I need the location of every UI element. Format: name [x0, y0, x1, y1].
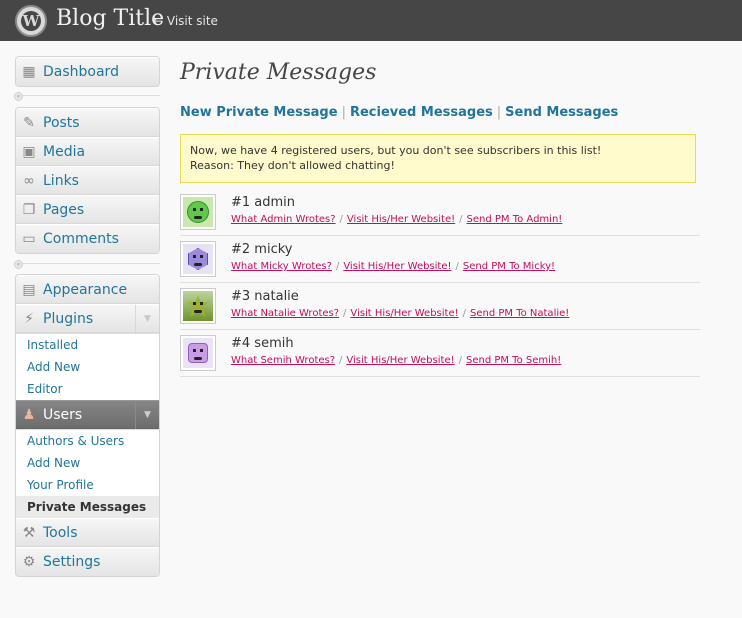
user-links: What Semih Wrotes? / Visit His/Her Website…: [231, 355, 562, 366]
user-row: #1 admin What Admin Wrotes? / Visit His/He…: [180, 189, 700, 236]
user-name: #4 semih: [231, 336, 294, 351]
menu-links-label: Links: [43, 173, 79, 189]
menu-media[interactable]: ▣ Media: [16, 137, 159, 166]
menu-settings[interactable]: ⚙ Settings: [16, 547, 159, 576]
menu-tools[interactable]: ⚒ Tools: [16, 518, 159, 547]
admin-header: W Blog Title ← Visit site: [0, 0, 742, 41]
nav-separator: |: [341, 105, 346, 120]
send-pm-link[interactable]: Send PM To Natalie!: [470, 308, 569, 319]
page-title: Private Messages: [180, 60, 377, 85]
menu-links[interactable]: ∞ Links: [16, 166, 159, 195]
user-links: What Natalie Wrotes? / Visit His/Her Websi…: [231, 308, 570, 319]
user-row: #3 natalie What Natalie Wrotes? / Visit Hi…: [180, 283, 700, 330]
menu-users[interactable]: ♟ Users ▼: [16, 400, 159, 429]
pages-icon: ❐: [22, 202, 36, 218]
wordpress-logo[interactable]: W: [15, 5, 47, 37]
notice-box: Now, we have 4 registered users, but you…: [180, 134, 696, 183]
submenu-add-new-plugin[interactable]: Add New: [16, 356, 159, 378]
pushpin-icon: ✎: [23, 115, 35, 131]
plugins-submenu: Installed Add New Editor: [16, 333, 159, 400]
menu-group-content: ✎ Posts ▣ Media ∞ Links ❐ Pages ▭ Commen…: [15, 107, 160, 254]
send-pm-link[interactable]: Send PM To Admin!: [467, 214, 563, 225]
menu-appearance[interactable]: ▤ Appearance: [16, 275, 159, 304]
what-user-wrote-link[interactable]: What Micky Wrotes?: [231, 261, 332, 272]
submenu-installed[interactable]: Installed: [16, 334, 159, 356]
user-name: #3 natalie: [231, 289, 299, 304]
menu-settings-label: Settings: [43, 554, 101, 570]
user-row: #2 micky What Micky Wrotes? / Visit His/He…: [180, 236, 700, 283]
notice-line-1: Now, we have 4 registered users, but you…: [190, 144, 602, 157]
menu-plugins-label: Plugins: [43, 311, 94, 327]
menu-group-admin: ▤ Appearance ⚡ Plugins ▼ Installed Add N…: [15, 274, 160, 577]
send-pm-link[interactable]: Send PM To Semih!: [466, 355, 561, 366]
menu-media-label: Media: [43, 144, 86, 160]
avatar: [180, 194, 216, 230]
user-name: #2 micky: [231, 242, 293, 257]
user-row: #4 semih What Semih Wrotes? / Visit His/He…: [180, 330, 700, 377]
submenu-your-profile[interactable]: Your Profile: [16, 474, 159, 496]
visit-website-link[interactable]: Visit His/Her Website!: [350, 308, 458, 319]
submenu-add-new-user[interactable]: Add New: [16, 452, 159, 474]
nav-separator: |: [496, 105, 502, 120]
user-name: #1 admin: [231, 195, 296, 210]
user-links: What Micky Wrotes? / Visit His/Her Website…: [231, 261, 556, 272]
avatar: [180, 288, 216, 324]
new-private-message-link[interactable]: New Private Message: [180, 105, 338, 120]
menu-separator: «: [14, 260, 160, 271]
pm-nav: New Private Message | Recieved Messages | Se…: [180, 104, 618, 122]
link-icon: ∞: [23, 173, 35, 189]
collapse-menu-icon[interactable]: «: [14, 92, 23, 101]
settings-icon: ⚙: [22, 554, 36, 570]
chevron-down-icon[interactable]: ▼: [135, 305, 159, 333]
blog-title: Blog Title: [56, 6, 165, 31]
appearance-icon: ▤: [22, 282, 36, 298]
users-submenu: Authors & Users Add New Your Profile Pri…: [16, 429, 159, 518]
menu-dashboard[interactable]: ▦ Dashboard: [16, 57, 159, 86]
notice-line-2: Reason: They don't allowed chatting!: [190, 159, 395, 172]
tools-icon: ⚒: [22, 525, 36, 541]
visit-site-link[interactable]: ← Visit site: [153, 13, 218, 29]
comment-bubble-icon: ▭: [22, 231, 36, 247]
plug-icon: ⚡: [24, 311, 34, 327]
menu-dashboard-label: Dashboard: [43, 64, 119, 80]
collapse-menu-icon[interactable]: «: [14, 260, 23, 269]
menu-comments[interactable]: ▭ Comments: [16, 224, 159, 253]
menu-posts[interactable]: ✎ Posts: [16, 108, 159, 137]
avatar: [180, 335, 216, 371]
menu-plugins[interactable]: ⚡ Plugins ▼: [16, 304, 159, 333]
send-pm-link[interactable]: Send PM To Micky!: [463, 261, 555, 272]
submenu-editor[interactable]: Editor: [16, 378, 159, 400]
wordpress-logo-glyph: W: [21, 11, 41, 31]
media-icon: ▣: [22, 144, 36, 160]
menu-appearance-label: Appearance: [43, 282, 128, 298]
visit-website-link[interactable]: Visit His/Her Website!: [346, 355, 454, 366]
what-user-wrote-link[interactable]: What Admin Wrotes?: [231, 214, 336, 225]
users-icon: ♟: [22, 407, 36, 423]
visit-website-link[interactable]: Visit His/Her Website!: [347, 214, 455, 225]
visit-website-link[interactable]: Visit His/Her Website!: [343, 261, 451, 272]
menu-pages[interactable]: ❐ Pages: [16, 195, 159, 224]
submenu-private-messages[interactable]: Private Messages: [16, 496, 159, 518]
what-user-wrote-link[interactable]: What Semih Wrotes?: [231, 355, 335, 366]
menu-group-dashboard: ▦ Dashboard: [15, 56, 160, 87]
submenu-authors-users[interactable]: Authors & Users: [16, 430, 159, 452]
menu-pages-label: Pages: [43, 202, 85, 218]
avatar: [180, 241, 216, 277]
menu-comments-label: Comments: [43, 231, 119, 247]
dashboard-icon: ▦: [22, 64, 36, 80]
chevron-down-icon[interactable]: ▼: [135, 401, 159, 429]
what-user-wrote-link[interactable]: What Natalie Wrotes?: [231, 308, 339, 319]
menu-separator: «: [14, 92, 160, 103]
received-messages-link[interactable]: Recieved Messages: [350, 105, 493, 120]
menu-users-label: Users: [43, 407, 83, 423]
menu-tools-label: Tools: [43, 525, 78, 541]
sent-messages-link[interactable]: Send Messages: [505, 105, 618, 120]
menu-posts-label: Posts: [43, 115, 80, 131]
user-links: What Admin Wrotes? / Visit His/Her Website…: [231, 214, 563, 225]
